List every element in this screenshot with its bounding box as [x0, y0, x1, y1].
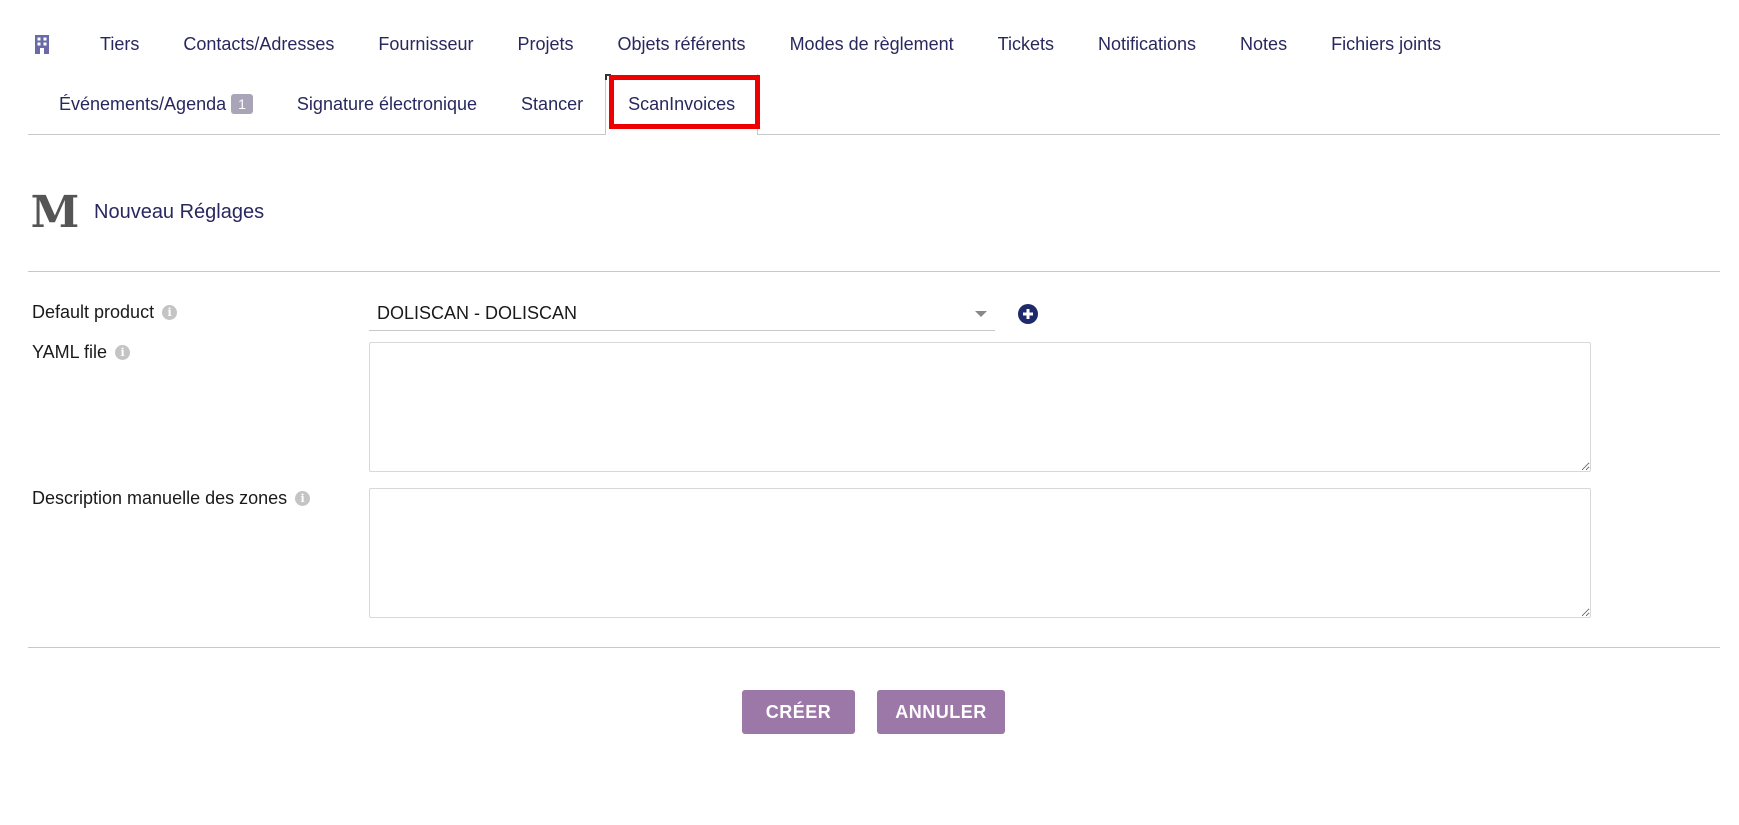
add-product-icon[interactable] — [1018, 304, 1038, 324]
info-icon[interactable]: i — [295, 491, 311, 506]
building-icon[interactable] — [34, 30, 56, 58]
svg-text:M: M — [32, 190, 78, 234]
form-divider — [28, 647, 1720, 648]
module-logo-icon: M — [32, 190, 78, 234]
tabs-row-2: Événements/Agenda 1 Signature électroniq… — [59, 73, 761, 135]
cancel-button[interactable]: ANNULER — [877, 690, 1005, 734]
tab-objets-referents[interactable]: Objets référents — [596, 14, 768, 74]
tab-contacts[interactable]: Contacts/Adresses — [161, 14, 356, 74]
default-product-label-text: Default product — [32, 302, 155, 322]
tab-projets[interactable]: Projets — [495, 14, 595, 74]
tabs-row-1: Tiers Contacts/Adresses Fournisseur Proj… — [34, 14, 1463, 74]
header-divider — [28, 271, 1720, 272]
tab-scaninvoices[interactable]: ScanInvoices — [605, 73, 761, 135]
tab-modes-reglement[interactable]: Modes de règlement — [768, 14, 976, 74]
yaml-label: YAML file i — [32, 342, 131, 363]
tab-signature-electronique[interactable]: Signature électronique — [275, 74, 499, 134]
default-product-select[interactable]: DOLISCAN - DOLISCAN — [369, 297, 995, 331]
yaml-label-text: YAML file — [32, 342, 108, 362]
tab-tiers[interactable]: Tiers — [78, 14, 161, 74]
tab-scaninvoices-label: ScanInvoices — [628, 93, 736, 114]
tabs-divider — [28, 134, 1720, 135]
events-count-badge: 1 — [231, 94, 253, 114]
default-product-value: DOLISCAN - DOLISCAN — [377, 303, 578, 323]
page-title: Nouveau Réglages — [94, 200, 265, 223]
tab-fichiers-joints[interactable]: Fichiers joints — [1309, 14, 1463, 74]
info-icon[interactable]: i — [162, 305, 178, 320]
tab-tickets[interactable]: Tickets — [976, 14, 1076, 74]
tab-stancer[interactable]: Stancer — [499, 74, 605, 134]
info-icon[interactable]: i — [115, 345, 131, 360]
zones-label: Description manuelle des zones i — [32, 488, 311, 509]
tab-notifications[interactable]: Notifications — [1076, 14, 1218, 74]
zones-label-text: Description manuelle des zones — [32, 488, 288, 508]
tab-fournisseur[interactable]: Fournisseur — [356, 14, 495, 74]
create-button[interactable]: CRÉER — [742, 690, 855, 734]
default-product-label: Default product i — [32, 302, 178, 323]
page-header: M Nouveau Réglages — [32, 190, 264, 234]
chevron-down-icon — [975, 310, 987, 317]
tab-notes[interactable]: Notes — [1218, 14, 1309, 74]
zones-description-textarea[interactable] — [369, 488, 1591, 618]
yaml-file-textarea[interactable] — [369, 342, 1591, 472]
tab-evenements-label: Événements/Agenda — [59, 93, 227, 114]
tab-evenements-agenda[interactable]: Événements/Agenda 1 — [59, 74, 275, 134]
